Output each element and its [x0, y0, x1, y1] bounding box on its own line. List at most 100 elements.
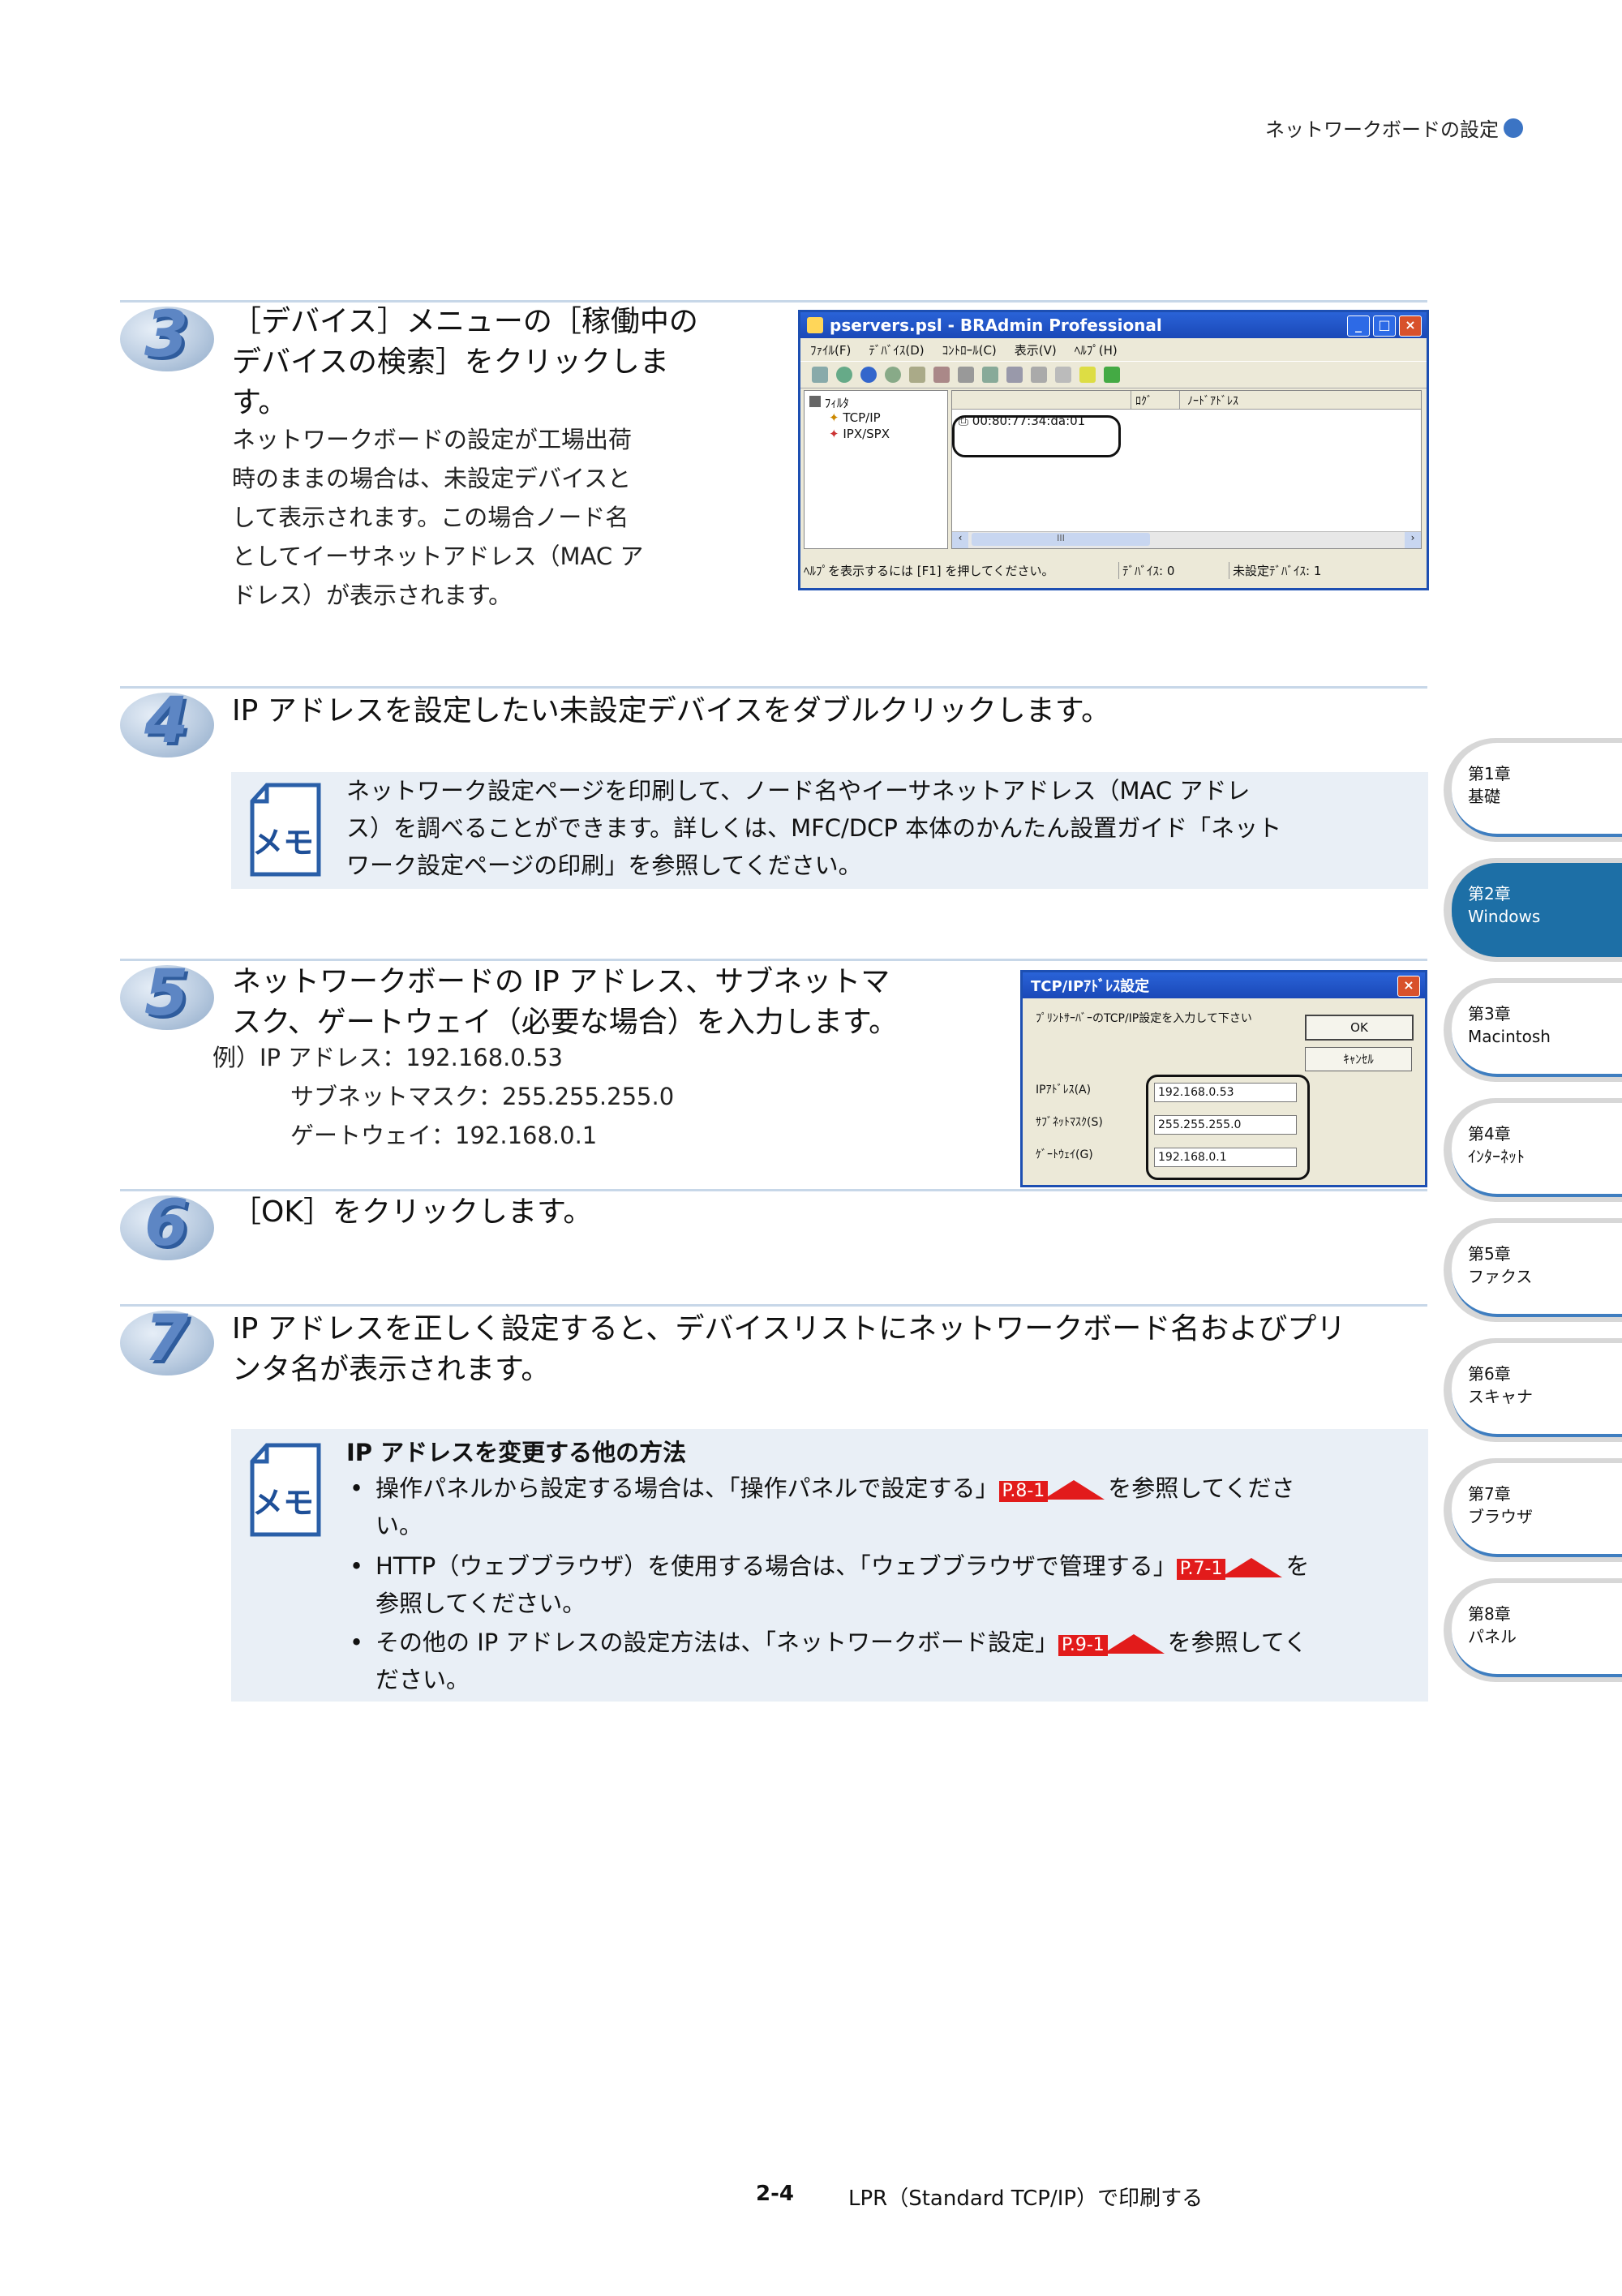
column-node-address[interactable]: ﾉｰﾄﾞｱﾄﾞﾚｽ: [1187, 393, 1238, 409]
maximize-icon[interactable]: □: [1373, 315, 1396, 337]
memo-heading: IP アドレスを変更する他の方法: [346, 1439, 687, 1466]
step-divider: [120, 1304, 1427, 1307]
status-help: ﾍﾙﾌﾟを表示するには [F1] を押してください。: [804, 564, 1054, 578]
step-divider: [120, 1189, 1427, 1191]
step-4-title: IP アドレスを設定したい未設定デバイスをダブルクリックします。: [232, 694, 1111, 727]
tree-item-tcpip[interactable]: ✦ TCP/IP: [829, 410, 881, 425]
arrow-icon: [1102, 1634, 1165, 1654]
scroll-right-icon[interactable]: ›: [1405, 532, 1421, 548]
memo-icon: メモ: [247, 782, 325, 878]
memo-box: メモ IP アドレスを変更する他の方法 • 操作パネルから設定する場合は、「操作…: [231, 1429, 1428, 1702]
page-link[interactable]: P.9-1: [1058, 1635, 1108, 1656]
toolbar-icon[interactable]: [885, 367, 901, 383]
tree-pane: ﾌｨﾙﾀ ✦ TCP/IP ✦ IPX/SPX: [804, 390, 948, 549]
page-link[interactable]: P.8-1: [998, 1481, 1049, 1502]
arrow-icon: [1043, 1480, 1105, 1500]
dialog-prompt: ﾌﾟﾘﾝﾄｻｰﾊﾞｰのTCP/IP設定を入力して下さい: [1036, 1012, 1252, 1025]
tcpip-dialog-screenshot: TCP/IPｱﾄﾞﾚｽ設定 × ﾌﾟﾘﾝﾄｻｰﾊﾞｰのTCP/IP設定を入力して…: [1020, 970, 1427, 1187]
step-6-title: ［OK］をクリックします。: [232, 1195, 593, 1229]
highlight-outline: [1146, 1075, 1310, 1180]
dialog-titlebar: TCP/IPｱﾄﾞﾚｽ設定 ×: [1023, 972, 1425, 998]
help-icon[interactable]: [1079, 367, 1096, 383]
bradmin-window-screenshot: pservers.psl - BRAdmin Professional _ □ …: [798, 310, 1429, 590]
scroll-left-icon[interactable]: ‹: [952, 532, 968, 548]
chapter-tab-5[interactable]: 第5章 ファクス: [1444, 1218, 1622, 1322]
ok-button[interactable]: OK: [1305, 1015, 1414, 1041]
close-icon[interactable]: ×: [1399, 315, 1422, 337]
step-3-body: ネットワークボードの設定が工場出荷 時のままの場合は、未設定デバイスと して表示…: [232, 426, 644, 609]
step-number: 4: [144, 685, 189, 757]
chapter-tab-2[interactable]: 第2章 Windows: [1444, 858, 1622, 962]
close-icon[interactable]: ×: [1397, 976, 1420, 997]
memo-box: メモ ネットワーク設定ページを印刷して、ノード名やイーサネットアドレス（MAC …: [231, 772, 1428, 889]
ip-label: IPｱﾄﾞﾚｽ(A): [1036, 1084, 1092, 1097]
window-toolbar: [800, 361, 1427, 388]
list-header: ﾛｸﾞ ﾉｰﾄﾞｱﾄﾞﾚｽ: [952, 391, 1421, 410]
running-header: ネットワークボードの設定: [1265, 114, 1523, 142]
gateway-label: ｹﾞｰﾄｳｪｲ(G): [1036, 1148, 1093, 1161]
status-devices: ﾃﾞﾊﾞｲｽ: 0: [1118, 562, 1174, 579]
toolbar-icon[interactable]: [812, 367, 828, 383]
memo-bullet: • その他の IP アドレスの設定方法は、「ネットワークボード設定」 P.9-1 を…: [350, 1629, 1308, 1693]
menu-file[interactable]: ﾌｧｲﾙ(F): [810, 341, 851, 358]
horizontal-scrollbar[interactable]: ‹ III ›: [952, 531, 1421, 548]
minimize-icon[interactable]: _: [1347, 315, 1370, 337]
step-number-badge: 3 3: [120, 298, 214, 375]
toolbar-icon[interactable]: [909, 367, 925, 383]
step-number-badge: 6 6: [120, 1187, 214, 1264]
step-number: 6: [144, 1187, 189, 1260]
device-list-pane: ﾛｸﾞ ﾉｰﾄﾞｱﾄﾞﾚｽ ⎙ 00:80:77:34:da:01 ‹ III …: [951, 390, 1422, 549]
toolbar-icon[interactable]: [1006, 367, 1023, 383]
app-icon: [807, 317, 823, 333]
column-log[interactable]: ﾛｸﾞ: [1135, 393, 1152, 409]
page-number: 2-4: [756, 2182, 794, 2206]
refresh-icon[interactable]: [860, 367, 877, 383]
step-7-title: IP アドレスを正しく設定すると、デバイスリストにネットワークボード名およびプリ…: [232, 1312, 1346, 1386]
toolbar-icon[interactable]: [1104, 367, 1120, 383]
window-menubar: ﾌｧｲﾙ(F) ﾃﾞﾊﾞｲｽ(D) ｺﾝﾄﾛｰﾙ(C) 表示(V) ﾍﾙﾌﾟ(H…: [800, 338, 1427, 361]
memo-icon: メモ: [247, 1442, 325, 1538]
bullet-dot-icon: [1504, 118, 1523, 138]
subnet-label: ｻﾌﾞﾈｯﾄﾏｽｸ(S): [1036, 1116, 1103, 1129]
step-number-badge: 5 5: [120, 957, 214, 1033]
page-link[interactable]: P.7-1: [1176, 1559, 1226, 1580]
footer-title: LPR（Standard TCP/IP）で印刷する: [848, 2187, 1204, 2211]
chapter-tab-8[interactable]: 第8章 パネル: [1444, 1578, 1622, 1682]
memo-text: ネットワーク設定ページを印刷して、ノード名やイーサネットアドレス（MAC アドレ…: [346, 777, 1282, 879]
step-number-badge: 7 7: [120, 1302, 214, 1379]
chapter-tab-3[interactable]: 第3章 Macintosh: [1444, 978, 1622, 1082]
toolbar-icon[interactable]: [933, 367, 950, 383]
scroll-thumb[interactable]: III: [972, 533, 1150, 546]
tree-root[interactable]: ﾌｨﾙﾀ: [809, 394, 849, 411]
window-titlebar: pservers.psl - BRAdmin Professional _ □ …: [800, 312, 1427, 338]
tree-item-ipxspx[interactable]: ✦ IPX/SPX: [829, 427, 890, 441]
menu-control[interactable]: ｺﾝﾄﾛｰﾙ(C): [942, 341, 997, 358]
step-3-title: ［デバイス］メニューの［稼働中の デバイスの検索］をクリックしま す。: [232, 305, 698, 419]
memo-bullet: • HTTP（ウェブブラウザ）を使用する場合は、「ウェブブラウザで管理する」 P.…: [350, 1552, 1310, 1617]
network-icon: ✦: [829, 427, 839, 441]
menu-view[interactable]: 表示(V): [1015, 341, 1057, 358]
toolbar-icon[interactable]: [982, 367, 998, 383]
step-divider: [120, 686, 1427, 689]
memo-bullet: • 操作パネルから設定する場合は、「操作パネルで設定する」 P.8-1 を参照してく…: [350, 1474, 1295, 1539]
chapter-tab-4[interactable]: 第4章 ｲﾝﾀｰﾈｯﾄ: [1444, 1098, 1622, 1202]
network-icon: ✦: [829, 410, 839, 425]
step-5-example: 例）IP アドレス：192.168.0.53 サブネットマスク：255.255.…: [212, 1044, 675, 1149]
chapter-tab-1[interactable]: 第1章 基礎: [1444, 738, 1622, 842]
header-title: ネットワークボードの設定: [1265, 118, 1499, 141]
step-number-badge: 4 4: [120, 685, 214, 761]
menu-device[interactable]: ﾃﾞﾊﾞｲｽ(D): [869, 341, 924, 358]
chapter-tab-6[interactable]: 第6章 スキャナ: [1444, 1338, 1622, 1442]
menu-help[interactable]: ﾍﾙﾌﾟ(H): [1075, 341, 1118, 358]
chapter-tab-7[interactable]: 第7章 ブラウザ: [1444, 1458, 1622, 1562]
toolbar-icon[interactable]: [1055, 367, 1071, 383]
toolbar-icon[interactable]: [836, 367, 852, 383]
filter-icon: [809, 396, 821, 407]
toolbar-icon[interactable]: [958, 367, 974, 383]
toolbar-icon[interactable]: [1031, 367, 1047, 383]
step-divider: [120, 959, 1427, 961]
step-5-title: ネットワークボードの IP アドレス、サブネットマ スク、ゲートウェイ（必要な場…: [232, 965, 899, 1039]
step-number: 5: [144, 957, 189, 1030]
window-statusbar: ﾍﾙﾌﾟを表示するには [F1] を押してください。 ﾃﾞﾊﾞｲｽ: 0 未設定…: [800, 560, 1427, 580]
cancel-button[interactable]: ｷｬﾝｾﾙ: [1305, 1047, 1412, 1071]
